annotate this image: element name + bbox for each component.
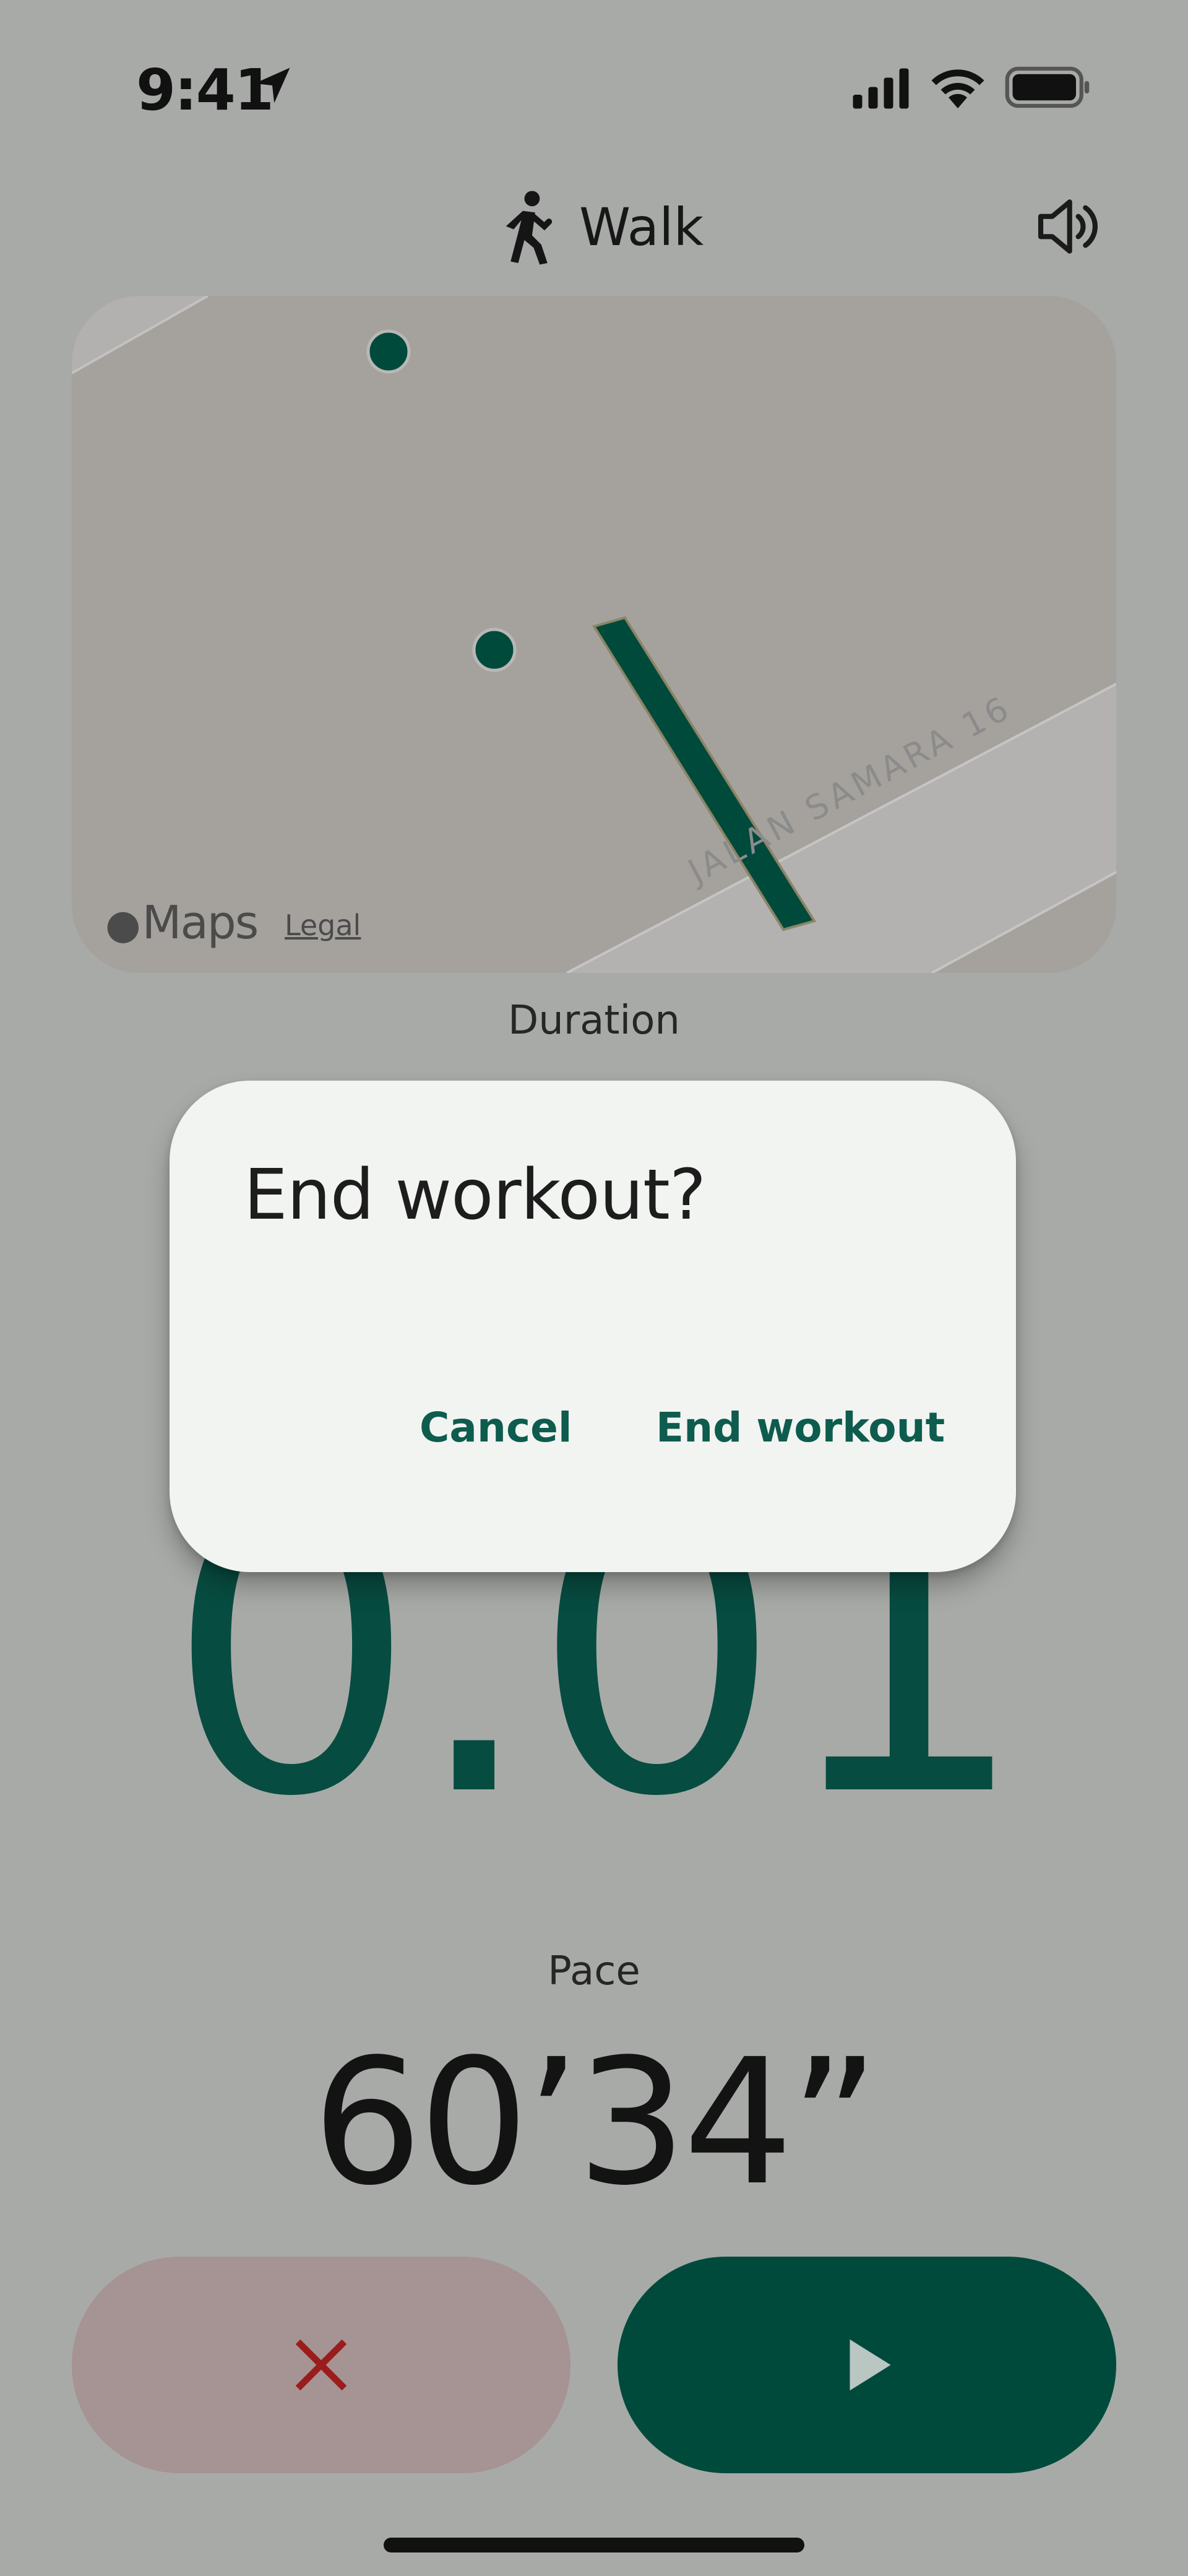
duration-label: Duration xyxy=(508,998,680,1044)
legal-link[interactable]: Legal xyxy=(285,909,361,942)
route-map[interactable]: ●Maps Legal xyxy=(72,296,1116,973)
cellular-signal-icon xyxy=(853,68,909,109)
apple-logo-icon: ● xyxy=(105,901,141,948)
cancel-button[interactable]: Cancel xyxy=(420,1404,572,1451)
route-point-marker xyxy=(472,628,517,672)
close-icon xyxy=(295,2339,347,2391)
location-arrow-icon xyxy=(254,67,290,103)
speaker-icon[interactable] xyxy=(1032,192,1101,261)
maps-logo: ●Maps xyxy=(105,896,259,949)
pace-value: 60’34” xyxy=(312,2022,880,2224)
walk-icon xyxy=(506,191,553,265)
end-workout-dialog: End workout? Cancel End workout xyxy=(170,1081,1016,1572)
pace-label: Pace xyxy=(548,1948,640,1994)
play-icon xyxy=(850,2339,891,2391)
home-indicator[interactable] xyxy=(384,2538,804,2552)
battery-icon xyxy=(1005,66,1090,108)
route-start-marker xyxy=(366,329,411,374)
map-canvas xyxy=(72,296,1116,973)
resume-workout-button[interactable] xyxy=(618,2257,1116,2473)
confirm-end-workout-button[interactable]: End workout xyxy=(656,1404,945,1451)
wifi-icon xyxy=(931,69,984,108)
end-workout-button[interactable] xyxy=(72,2257,570,2473)
dialog-title: End workout? xyxy=(244,1155,706,1235)
activity-title: Walk xyxy=(579,197,704,257)
